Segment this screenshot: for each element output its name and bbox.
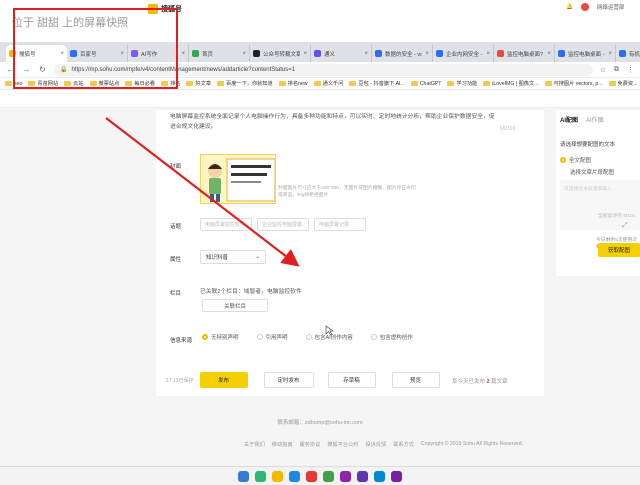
annotation-arrow-icon — [105, 117, 334, 336]
taskbar-app-icon[interactable] — [357, 470, 368, 482]
taskbar-app-icon[interactable] — [289, 470, 300, 482]
taskbar-app-icon[interactable] — [306, 470, 317, 482]
taskbar-app-icon[interactable] — [374, 470, 385, 482]
taskbar-app-icon[interactable] — [323, 470, 334, 482]
taskbar-app-icon[interactable] — [255, 470, 266, 482]
taskbar-app-icon[interactable] — [391, 470, 402, 482]
taskbar-app-icon[interactable] — [272, 470, 283, 482]
taskbar-app-icon[interactable] — [238, 470, 249, 482]
taskbar — [0, 466, 640, 485]
taskbar-app-icon[interactable] — [340, 470, 351, 482]
